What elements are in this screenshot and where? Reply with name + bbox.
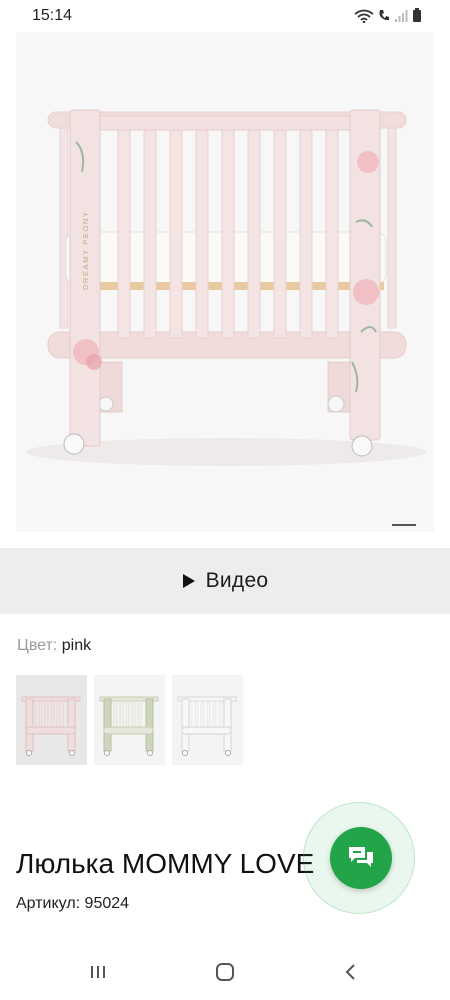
status-bar: 15:14	[0, 0, 450, 32]
system-nav-bar	[0, 944, 450, 1000]
recent-apps-button[interactable]	[83, 960, 113, 984]
color-swatches	[16, 675, 243, 765]
back-button[interactable]	[336, 960, 366, 984]
status-time: 15:14	[32, 7, 73, 24]
product-image[interactable]: DREAMY PEONY	[16, 32, 434, 532]
wifi-icon	[354, 9, 374, 23]
crib-thumbnail-pink	[21, 696, 81, 756]
status-icons	[354, 8, 422, 23]
color-value: pink	[61, 637, 92, 654]
product-sku: Артикул: 95024	[16, 895, 129, 913]
color-swatch-pink[interactable]	[16, 675, 87, 765]
crib-thumbnail-green	[99, 696, 159, 756]
color-swatch-green[interactable]	[94, 675, 165, 765]
chat-button[interactable]	[330, 827, 392, 889]
video-label: Видео	[205, 569, 269, 592]
crib-illustration: DREAMY PEONY	[26, 109, 426, 466]
image-pager-indicator	[392, 524, 416, 526]
signal-icon	[395, 9, 408, 22]
color-row: Цвет: pink	[17, 637, 91, 655]
crib-thumbnail-white	[177, 696, 237, 756]
call-icon	[379, 9, 389, 20]
sku-label: Артикул:	[16, 895, 81, 912]
home-button[interactable]	[210, 960, 240, 984]
brand-print: DREAMY PEONY	[81, 211, 90, 291]
chat-icon	[349, 847, 373, 867]
back-icon	[345, 964, 355, 980]
video-button[interactable]: Видео	[0, 548, 450, 614]
sku-value: 95024	[84, 895, 130, 912]
recent-apps-icon	[91, 966, 105, 978]
play-icon	[182, 574, 195, 588]
battery-icon	[413, 8, 421, 22]
product-title: Люлька MOMMY LOVE	[16, 848, 315, 879]
color-label: Цвет:	[17, 637, 58, 654]
home-icon	[216, 963, 234, 981]
color-swatch-white[interactable]	[172, 675, 243, 765]
